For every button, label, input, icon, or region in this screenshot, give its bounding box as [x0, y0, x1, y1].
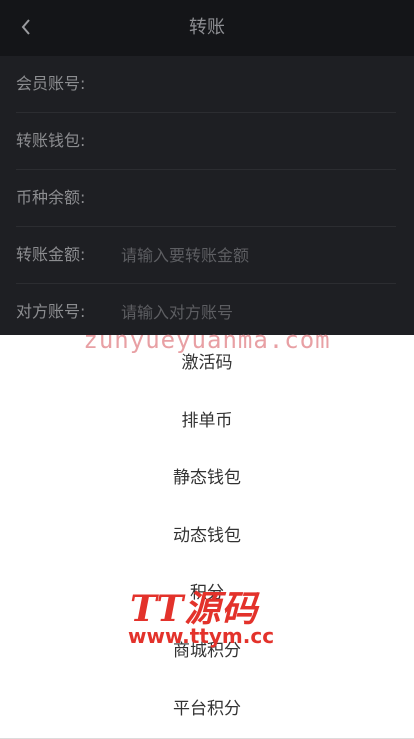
- transfer-wallet-label: 转账钱包:: [16, 131, 86, 150]
- currency-balance-label: 币种余额:: [16, 188, 86, 207]
- recipient-account-row: 对方账号:: [16, 284, 396, 341]
- transfer-form: 会员账号: 转账钱包: 币种余额: 转账金额: 对方账号:: [0, 56, 414, 341]
- picker-option-activation-code[interactable]: 激活码: [0, 335, 414, 393]
- picker-option-platform-points[interactable]: 平台积分: [0, 681, 414, 739]
- transfer-amount-input[interactable]: [121, 241, 391, 269]
- recipient-account-input[interactable]: [121, 298, 391, 326]
- member-account-row: 会员账号:: [16, 56, 396, 113]
- nav-header: 转账: [0, 0, 414, 56]
- picker-option-queue-coin[interactable]: 排单币: [0, 393, 414, 451]
- transfer-amount-row: 转账金额:: [16, 227, 396, 284]
- picker-option-points[interactable]: 积分: [0, 565, 414, 623]
- picker-option-mall-points[interactable]: 商城积分: [0, 623, 414, 681]
- page-title: 转账: [189, 17, 225, 38]
- picker-option-static-wallet[interactable]: 静态钱包: [0, 450, 414, 508]
- transfer-wallet-row[interactable]: 转账钱包:: [16, 113, 396, 170]
- wallet-picker-sheet: 激活码 排单币 静态钱包 动态钱包 积分 商城积分 平台积分: [0, 335, 414, 739]
- recipient-account-label: 对方账号:: [16, 302, 86, 321]
- screen: 转账 会员账号: 转账钱包: 币种余额: 转账金额: 对方账号: 激活码 排单币: [0, 0, 414, 739]
- transfer-amount-label: 转账金额:: [16, 245, 86, 264]
- picker-option-dynamic-wallet[interactable]: 动态钱包: [0, 508, 414, 566]
- currency-balance-row: 币种余额:: [16, 170, 396, 227]
- member-account-label: 会员账号:: [16, 74, 86, 93]
